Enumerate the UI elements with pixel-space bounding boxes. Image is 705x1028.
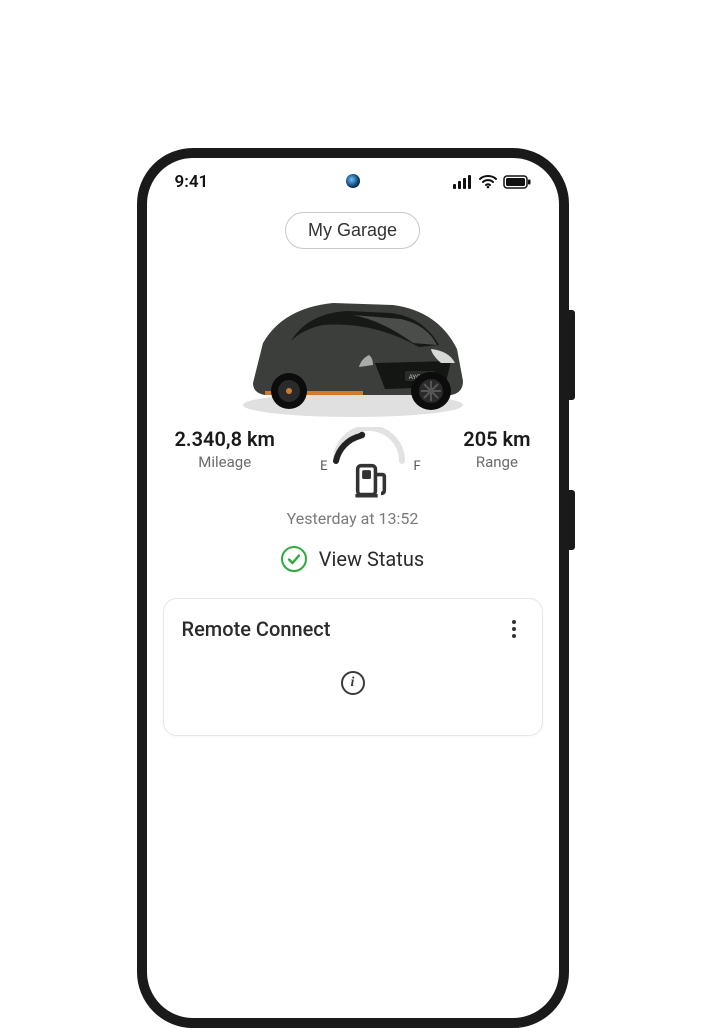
fuel-pump-icon	[328, 459, 414, 499]
view-status-button[interactable]: View Status	[147, 546, 559, 572]
front-camera	[346, 174, 360, 188]
fuel-gauge: E F	[314, 427, 424, 499]
mileage-value: 2.340,8 km	[175, 427, 275, 451]
range-value: 205 km	[463, 427, 530, 451]
battery-icon	[503, 175, 531, 189]
phone-side-button-1	[569, 310, 575, 400]
mileage-metric: 2.340,8 km Mileage	[175, 427, 275, 471]
view-status-label: View Status	[319, 547, 424, 571]
status-icons	[453, 175, 531, 189]
mileage-label: Mileage	[175, 453, 275, 471]
card-more-button[interactable]	[504, 620, 524, 638]
my-garage-button[interactable]: My Garage	[285, 212, 420, 249]
check-circle-icon	[281, 546, 307, 572]
phone-frame: 9:41	[137, 148, 569, 1028]
fuel-empty-label: E	[320, 459, 327, 499]
fuel-full-label: F	[414, 459, 421, 499]
last-update-timestamp: Yesterday at 13:52	[147, 509, 559, 528]
status-time: 9:41	[175, 172, 209, 192]
info-icon[interactable]: i	[341, 671, 365, 695]
screen: 9:41	[147, 158, 559, 1018]
wifi-icon	[479, 175, 497, 189]
status-bar: 9:41	[147, 158, 559, 206]
phone-side-button-2	[569, 490, 575, 550]
cellular-signal-icon	[453, 175, 473, 189]
car-image: AYGO X	[147, 253, 559, 433]
remote-connect-card: Remote Connect i	[163, 598, 543, 736]
metrics-row: 2.340,8 km Mileage E	[147, 427, 559, 499]
range-label: Range	[463, 453, 530, 471]
my-garage-label: My Garage	[308, 220, 397, 240]
card-title: Remote Connect	[182, 617, 331, 641]
range-metric: 205 km Range	[463, 427, 530, 471]
